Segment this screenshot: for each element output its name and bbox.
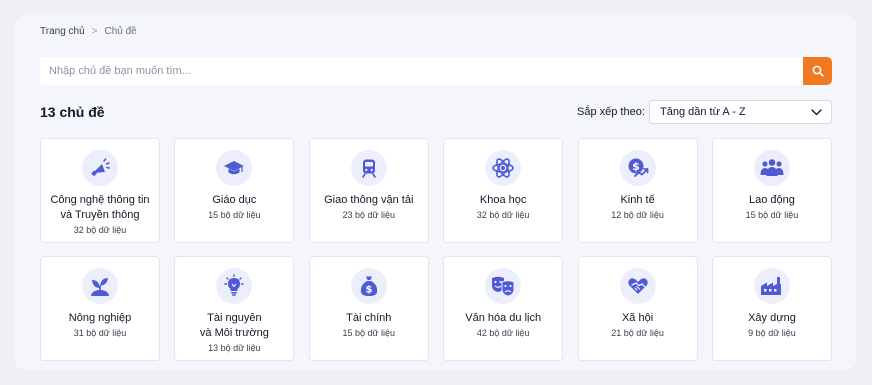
topic-name: Công nghệ thông tin và Truyền thông [50, 194, 150, 221]
handshake-heart-icon [619, 268, 656, 304]
search-icon [812, 65, 824, 77]
topic-card[interactable]: Lao động 15 bộ dữ liệu [711, 138, 832, 243]
topic-count: 13 chủ đề [40, 104, 105, 120]
topic-dataset-count: 15 bộ dữ liệu [208, 210, 261, 220]
people-group-icon [753, 150, 790, 186]
graduation-cap-icon [216, 150, 253, 186]
topic-dataset-count: 15 bộ dữ liệu [342, 328, 396, 338]
topic-name: Lao động [749, 194, 795, 206]
seedling-icon [82, 268, 118, 304]
topic-dataset-count: 32 bộ dữ liệu [476, 210, 530, 220]
topic-card[interactable]: Khoa học 32 bộ dữ liệu [443, 138, 564, 243]
topic-card[interactable]: Giáo dục 15 bộ dữ liệu [174, 138, 295, 243]
topic-grid: Công nghệ thông tin và Truyền thông 32 b… [40, 138, 832, 361]
topic-name: Văn hóa du lịch [465, 312, 542, 324]
lightbulb-icon [216, 268, 253, 304]
topic-dataset-count: 13 bộ dữ liệu [208, 343, 261, 353]
topic-card[interactable]: Xã hội 21 bộ dữ liệu [577, 256, 698, 361]
factory-icon [753, 268, 790, 304]
topic-card[interactable]: Xây dựng 9 bộ dữ liệu [711, 256, 832, 361]
topic-dataset-count: 9 bộ dữ liệu [748, 328, 796, 338]
topic-card[interactable]: Tài nguyên và Môi trường 13 bộ dữ liệu [174, 256, 295, 361]
search-input[interactable] [40, 57, 803, 85]
topic-card[interactable]: Công nghệ thông tin và Truyền thông 32 b… [40, 138, 160, 243]
topic-name: Tài chính [346, 312, 392, 324]
topic-dataset-count: 21 bộ dữ liệu [611, 328, 664, 338]
topic-dataset-count: 23 bộ dữ liệu [342, 210, 396, 220]
theater-masks-icon [485, 268, 522, 304]
breadcrumb-home-link[interactable]: Trang chủ [40, 26, 85, 37]
breadcrumb-separator: > [91, 26, 98, 37]
topic-dataset-count: 15 bộ dữ liệu [745, 210, 799, 220]
dollar-growth-icon: $ [619, 150, 656, 186]
topic-name: Giáo dục [212, 194, 257, 206]
topic-name: Xã hội [621, 312, 654, 324]
topic-card[interactable]: Văn hóa du lịch 42 bộ dữ liệu [443, 256, 564, 361]
topic-dataset-count: 31 bộ dữ liệu [73, 328, 127, 338]
topic-card[interactable]: Nông nghiệp 31 bộ dữ liệu [40, 256, 160, 361]
topic-card[interactable]: $ Kinh tế 12 bộ dữ liệu [577, 138, 698, 243]
topic-card[interactable]: Giao thông vận tải 23 bộ dữ liệu [308, 138, 429, 243]
train-icon [350, 150, 387, 186]
breadcrumb-current: Chủ đề [104, 26, 137, 37]
topic-dataset-count: 42 bộ dữ liệu [476, 328, 530, 338]
sort-label: Sắp xếp theo: [577, 106, 645, 118]
topic-dataset-count: 12 bộ dữ liệu [611, 210, 664, 220]
topic-dataset-count: 32 bộ dữ liệu [73, 225, 127, 235]
breadcrumb: Trang chủ > Chủ đề [40, 26, 137, 37]
topic-name: Kinh tế [620, 194, 655, 206]
topic-card[interactable]: $ Tài chính 15 bộ dữ liệu [308, 256, 429, 361]
search-button[interactable] [803, 57, 832, 85]
megaphone-icon [82, 150, 118, 186]
money-bag-icon: $ [350, 268, 387, 304]
topic-name: Khoa học [479, 194, 527, 206]
topic-name: Nông nghiệp [68, 312, 132, 324]
svg-text:$: $ [365, 285, 372, 296]
svg-text:$: $ [632, 160, 640, 173]
sort-value: Tăng dần từ A - Z [660, 106, 746, 118]
sort-select[interactable]: Tăng dần từ A - Z [649, 100, 832, 124]
topic-name: Giao thông vận tải [324, 194, 414, 206]
chevron-down-icon [811, 108, 822, 115]
atom-icon [485, 150, 522, 186]
topic-name: Tài nguyên và Môi trường [199, 312, 269, 339]
main-panel: Trang chủ > Chủ đề 13 chủ đề Sắp xếp the… [15, 15, 856, 370]
topic-name: Xây dựng [748, 312, 796, 324]
search-bar [40, 57, 832, 85]
